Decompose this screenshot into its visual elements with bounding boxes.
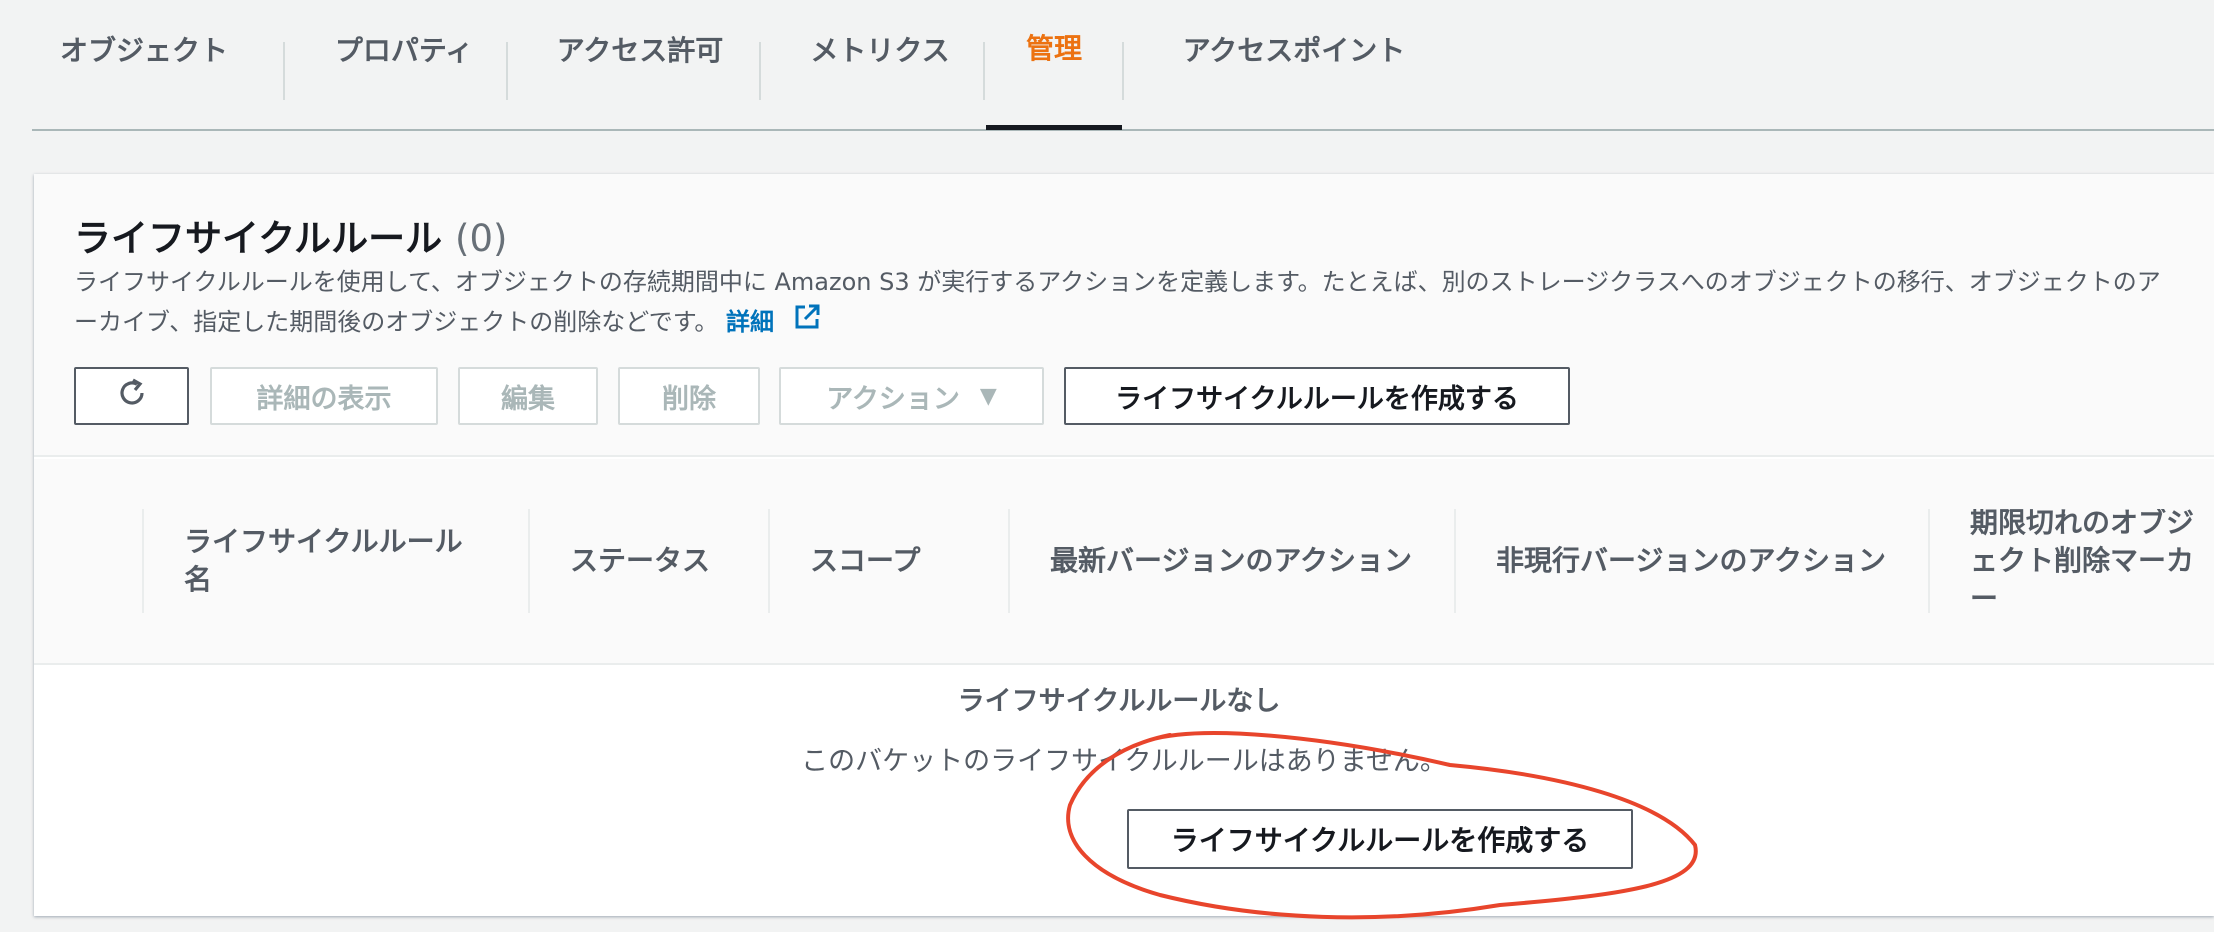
empty-state-description: このバケットのライフサイクルルールはありません。 bbox=[801, 746, 1447, 777]
external-link-icon[interactable] bbox=[792, 302, 822, 344]
column-noncurrent-version-actions[interactable]: 非現行バージョンのアクション bbox=[1456, 509, 1930, 613]
tab-separator bbox=[506, 42, 508, 100]
tab-metrics[interactable]: メトリクス bbox=[776, 28, 984, 129]
tab-separator bbox=[1122, 42, 1124, 100]
tab-separator bbox=[283, 42, 285, 100]
column-current-version-actions[interactable]: 最新バージョンのアクション bbox=[1010, 509, 1456, 613]
create-lifecycle-rule-button[interactable]: ライフサイクルルールを作成する bbox=[1064, 367, 1570, 425]
tab-objects[interactable]: オブジェクト bbox=[32, 28, 256, 129]
tab-bar: オブジェクト プロパティ アクセス許可 メトリクス 管理 アクセスポイント bbox=[32, 0, 2214, 131]
tab-separator bbox=[983, 42, 985, 100]
tab-management[interactable]: 管理 bbox=[986, 28, 1122, 130]
empty-state-create-button[interactable]: ライフサイクルルールを作成する bbox=[1127, 809, 1633, 869]
actions-dropdown[interactable]: アクション ▼ bbox=[779, 367, 1044, 425]
caret-down-icon: ▼ bbox=[979, 383, 997, 409]
tab-permissions[interactable]: アクセス許可 bbox=[522, 28, 758, 129]
table-header: ライフサイクルルール 名 ステータス スコープ 最新バージョンのアクション 非現… bbox=[34, 459, 2214, 665]
panel-description: ライフサイクルルールを使用して、オブジェクトの存続期間中に Amazon S3 … bbox=[74, 262, 2174, 344]
tab-properties[interactable]: プロパティ bbox=[300, 28, 508, 129]
page-title: ライフサイクルルール (0) bbox=[74, 217, 508, 260]
column-expired-object-delete-markers[interactable]: 期限切れのオブジェクト削除マーカー bbox=[1930, 509, 2214, 613]
panel-header: ライフサイクルルール (0) ライフサイクルルールを使用して、オブジェクトの存続… bbox=[34, 174, 2214, 457]
column-scope[interactable]: スコープ bbox=[770, 509, 1010, 613]
learn-more-link[interactable]: 詳細 bbox=[726, 308, 774, 336]
delete-button[interactable]: 削除 bbox=[618, 367, 760, 425]
refresh-button[interactable] bbox=[74, 367, 189, 425]
edit-button[interactable]: 編集 bbox=[458, 367, 598, 425]
tab-access-points[interactable]: アクセスポイント bbox=[1140, 28, 1448, 129]
view-details-button[interactable]: 詳細の表示 bbox=[210, 367, 438, 425]
column-status[interactable]: ステータス bbox=[530, 509, 770, 613]
column-rule-name[interactable]: ライフサイクルルール 名 bbox=[144, 509, 532, 613]
empty-state-title: ライフサイクルルールなし bbox=[957, 686, 1281, 717]
lifecycle-rules-panel: ライフサイクルルール (0) ライフサイクルルールを使用して、オブジェクトの存続… bbox=[34, 174, 2214, 916]
refresh-icon bbox=[115, 376, 149, 417]
rule-count: (0) bbox=[455, 217, 508, 260]
tab-separator bbox=[759, 42, 761, 100]
